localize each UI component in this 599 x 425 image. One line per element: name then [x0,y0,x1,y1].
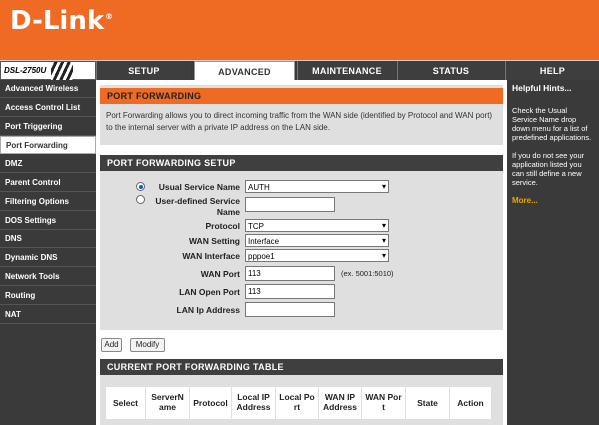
tab-maintenance[interactable]: MAINTENANCE [297,61,396,81]
col-wan-port: WAN Por t [362,387,406,419]
usual-service-label: Usual Service Name [158,182,240,192]
tab-advanced[interactable]: ADVANCED [194,61,295,82]
col-protocol: Protocol [190,387,232,419]
user-defined-service-label-line1: User-defined Service [155,196,240,206]
wan-port-label: WAN Port [200,269,240,279]
sidebar-item-port-triggering[interactable]: Port Triggering [0,118,96,136]
lan-open-port-label: LAN Open Port [179,287,240,297]
port-forwarding-description: Port Forwarding allows you to direct inc… [106,111,493,132]
slash-decoration [51,62,73,80]
hints-paragraph-2: If you do not see your application liste… [512,151,585,187]
usual-service-select[interactable]: AUTH ▾ [245,180,389,193]
wan-interface-select[interactable]: pppoe1 ▾ [245,249,389,262]
router-admin-page: D-Link® DSL-2750U SETUP ADVANCED MAINTEN… [0,0,599,425]
hints-more-link[interactable]: More... [512,196,594,205]
wan-setting-label: WAN Setting [189,236,240,246]
usual-service-radio[interactable] [136,182,145,191]
port-forwarding-setup-panel: PORT FORWARDING SETUP Usual Service Name… [100,155,503,330]
header-banner: D-Link® [0,0,599,60]
lan-ip-address-label: LAN Ip Address [176,305,240,315]
wan-interface-label: WAN Interface [182,251,240,261]
sidebar-item-nat[interactable]: NAT [0,306,96,324]
modify-button[interactable]: Modify [130,338,165,352]
user-defined-service-label-line2: Name [216,207,240,217]
protocol-label: Protocol [205,221,240,231]
model-badge: DSL-2750U [0,61,96,80]
user-defined-service-input[interactable] [245,197,335,212]
col-local-port: Local Po rt [276,387,319,419]
sidebar-item-access-control-list[interactable]: Access Control List [0,99,96,117]
tab-setup[interactable]: SETUP [96,61,191,81]
tab-help[interactable]: HELP [505,61,599,81]
add-button[interactable]: Add [101,338,122,352]
top-nav: DSL-2750U SETUP ADVANCED MAINTENANCE STA… [0,60,599,82]
chevron-down-icon: ▾ [381,221,386,230]
lan-open-port-input[interactable]: 113 [245,284,335,299]
col-local-ip: Local IP Address [232,387,276,419]
wan-port-example: (ex. 5001:5010) [341,269,394,278]
sidebar-item-port-forwarding[interactable]: Port Forwarding [0,136,96,154]
tab-status[interactable]: STATUS [397,61,504,81]
sidebar-item-dmz[interactable]: DMZ [0,155,96,173]
table-title: CURRENT PORT FORWARDING TABLE [100,359,503,375]
main-content: PORT FORWARDING Port Forwarding allows y… [96,80,507,425]
chevron-down-icon: ▾ [381,236,386,245]
col-server-name: ServerN ame [146,387,190,419]
col-action: Action [457,398,484,408]
dlink-logo: D-Link® [10,6,114,36]
hints-title: Helpful Hints... [512,83,572,93]
sidebar-item-dns[interactable]: DNS [0,230,96,248]
setup-title: PORT FORWARDING SETUP [100,155,503,171]
lan-ip-address-input[interactable] [245,302,335,317]
hints-paragraph-1: Check the Usual Service Name drop down m… [512,106,592,142]
sidebar-item-routing[interactable]: Routing [0,287,96,305]
col-select: Select [106,387,146,419]
sidebar-item-advanced-wireless[interactable]: Advanced Wireless [0,80,96,98]
wan-setting-select[interactable]: Interface ▾ [245,234,389,247]
sidebar-item-parent-control[interactable]: Parent Control [0,174,96,192]
sidebar-item-dynamic-dns[interactable]: Dynamic DNS [0,249,96,267]
col-wan-ip: WAN IP Address [319,387,362,419]
port-forwarding-title: PORT FORWARDING [100,88,503,104]
sidebar-item-dos-settings[interactable]: DOS Settings [0,212,96,230]
wan-port-input[interactable]: 113 [245,266,335,281]
sidebar-item-filtering-options[interactable]: Filtering Options [0,193,96,211]
user-defined-service-radio[interactable] [136,195,145,204]
chevron-down-icon: ▾ [381,251,386,260]
col-state: State [406,387,450,419]
sidebar-item-network-tools[interactable]: Network Tools [0,268,96,286]
sidebar: Advanced Wireless Access Control List Po… [0,80,96,425]
helpful-hints-panel: Helpful Hints... Check the Usual Service… [507,80,599,425]
protocol-select[interactable]: TCP ▾ [245,219,389,232]
port-forwarding-panel: PORT FORWARDING Port Forwarding allows y… [100,85,503,145]
table-header-row: Select ServerN ame Protocol Local IP Addre… [106,387,491,419]
chevron-down-icon: ▾ [381,182,386,191]
